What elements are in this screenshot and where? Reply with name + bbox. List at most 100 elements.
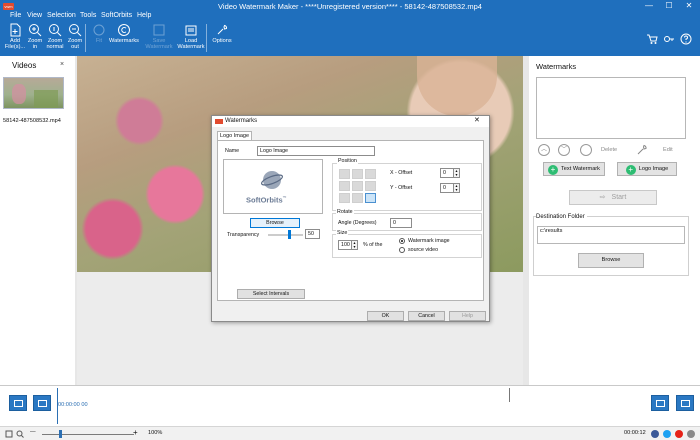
cancel-button[interactable]: Cancel <box>408 311 445 321</box>
frame-forward-button[interactable] <box>676 395 694 411</box>
size-label: Size <box>336 230 349 236</box>
plus-icon: + <box>625 165 636 175</box>
position-top-right[interactable] <box>365 169 376 179</box>
video-thumbnail[interactable] <box>3 77 64 109</box>
fit-icon <box>93 24 105 36</box>
position-bottom-right[interactable] <box>365 193 376 203</box>
position-label: Position <box>337 158 358 164</box>
save-icon <box>153 24 165 36</box>
transparency-slider-track[interactable] <box>268 234 303 236</box>
y-offset-spinner[interactable]: ▲ ▼ <box>454 183 460 193</box>
zoom-plus-button[interactable]: + <box>133 428 138 437</box>
position-top-center[interactable] <box>352 169 363 179</box>
logo-image-label: Logo Image <box>638 166 669 172</box>
destination-browse-button[interactable]: Browse <box>578 253 644 268</box>
status-bar: — + 100% 00:00:12 <box>0 426 700 440</box>
position-top-left[interactable] <box>339 169 350 179</box>
transparency-input[interactable]: 50 <box>305 229 320 239</box>
transparency-slider-thumb[interactable] <box>288 230 291 239</box>
minimize-button[interactable]: — <box>640 1 658 11</box>
load-watermark-button[interactable]: Load Watermark <box>174 22 208 54</box>
dialog-app-icon <box>215 119 223 124</box>
logo-preview: SoftOrbits™ <box>223 159 323 214</box>
position-bottom-left[interactable] <box>339 193 350 203</box>
logo-image-button[interactable]: + Logo Image <box>617 162 677 176</box>
radio-watermark-image[interactable] <box>399 238 405 244</box>
radio-source-video[interactable] <box>399 247 405 253</box>
menu-help[interactable]: Help <box>137 11 151 21</box>
frame-back-button[interactable] <box>651 395 669 411</box>
start-button[interactable]: ⇨ Start <box>569 190 657 205</box>
frame-icon <box>681 400 690 407</box>
logo-browse-button[interactable]: Browse <box>250 218 300 228</box>
edit-button[interactable]: Edit <box>663 147 673 153</box>
y-offset-label: Y - Offset <box>390 185 413 191</box>
menu-file[interactable]: File <box>10 11 21 21</box>
start-label: Start <box>611 194 627 201</box>
x-offset-label: X - Offset <box>390 170 413 176</box>
videos-panel-close-icon[interactable]: × <box>60 61 64 68</box>
mark-out-button[interactable] <box>33 395 51 411</box>
watermarks-button[interactable]: Watermarks <box>106 22 142 54</box>
zoom-fit-icon[interactable] <box>5 430 13 438</box>
x-offset-input[interactable]: 0 <box>440 168 454 178</box>
transparency-label: Transparency <box>227 232 260 238</box>
zoom-minus-button[interactable]: — <box>30 429 36 435</box>
position-center[interactable] <box>352 181 363 191</box>
size-input[interactable]: 100 <box>338 240 352 250</box>
frame-icon <box>38 400 47 407</box>
menu-softorbits[interactable]: SoftOrbits <box>101 11 132 21</box>
angle-input[interactable]: 0 <box>390 218 412 228</box>
menu-selection[interactable]: Selection <box>47 11 76 21</box>
size-suffix: % of the <box>363 242 383 248</box>
position-bottom-center[interactable] <box>352 193 363 203</box>
destination-folder-input[interactable]: c:\results <box>537 226 685 244</box>
zoom-level: 100% <box>148 430 163 436</box>
close-window-button[interactable]: ✕ <box>680 1 698 11</box>
help-icon[interactable] <box>680 33 692 45</box>
select-intervals-button[interactable]: Select Intervals <box>237 289 305 299</box>
zoom-search-icon[interactable] <box>16 430 24 438</box>
key-icon[interactable] <box>663 33 675 45</box>
dialog-tab-pane: Name Logo Image SoftOrbits™ Browse Trans… <box>217 140 484 301</box>
menu-tools[interactable]: Tools <box>80 11 96 21</box>
save-watermark-button[interactable]: Save Watermark <box>142 22 176 54</box>
edit-wrench-icon[interactable] <box>636 144 648 156</box>
zoom-slider-thumb[interactable] <box>59 430 62 438</box>
zoom-slider-track[interactable] <box>42 434 134 435</box>
blank-circle-icon[interactable] <box>580 144 592 156</box>
youtube-icon[interactable] <box>675 430 683 438</box>
softorbits-logo-text: SoftOrbits™ <box>246 195 287 205</box>
cart-icon[interactable] <box>646 33 658 45</box>
text-watermark-button[interactable]: + Text Watermark <box>543 162 605 176</box>
name-input[interactable]: Logo Image <box>257 146 375 156</box>
size-spinner[interactable]: ▲ ▼ <box>352 240 358 250</box>
ok-button[interactable]: OK <box>367 311 404 321</box>
watermarks-dialog: Watermarks ✕ Logo Image Name Logo Image … <box>211 115 490 322</box>
videos-panel-title: Videos <box>12 61 37 70</box>
social-icon[interactable] <box>687 430 695 438</box>
maximize-button[interactable]: ☐ <box>660 1 678 11</box>
save-watermark-label: Save Watermark <box>145 38 173 50</box>
move-down-icon[interactable]: ﹀ <box>558 144 570 156</box>
menu-view[interactable]: View <box>27 11 42 21</box>
position-middle-right[interactable] <box>365 181 376 191</box>
move-up-icon[interactable]: ︿ <box>538 144 550 156</box>
watermarks-list[interactable] <box>536 77 686 139</box>
x-offset-spinner[interactable]: ▲ ▼ <box>454 168 460 178</box>
watermarks-label: Watermarks <box>109 38 139 44</box>
y-offset-input[interactable]: 0 <box>440 183 454 193</box>
position-middle-left[interactable] <box>339 181 350 191</box>
help-button[interactable]: Help <box>449 311 486 321</box>
facebook-icon[interactable] <box>651 430 659 438</box>
delete-button[interactable]: Delete <box>601 147 617 153</box>
title-bar-and-ribbon: vwm Video Watermark Maker - ****Unregist… <box>0 0 700 56</box>
timeline-current-time: 00:00:00 00 <box>58 402 88 408</box>
mark-in-button[interactable] <box>9 395 27 411</box>
dialog-close-icon[interactable]: ✕ <box>474 116 480 124</box>
twitter-icon[interactable] <box>663 430 671 438</box>
options-button[interactable]: Options <box>207 22 237 54</box>
timeline[interactable]: 00:00:00 00 <box>0 385 700 426</box>
dialog-title-bar: Watermarks ✕ <box>212 116 489 127</box>
softorbits-globe-icon <box>260 171 284 189</box>
